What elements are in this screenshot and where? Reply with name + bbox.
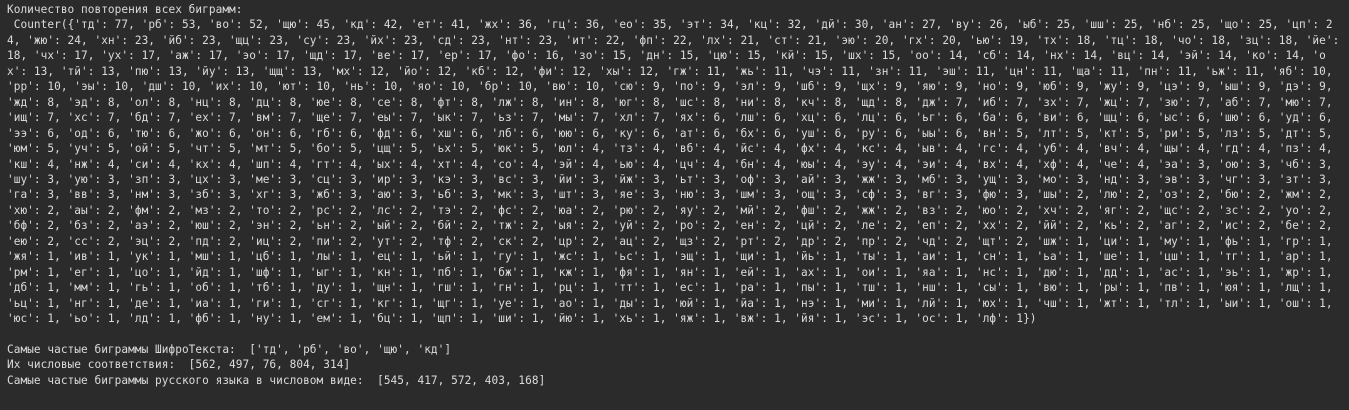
result-line-numeric-matches: Их числовые соответствия: [562, 497, 76,… [7,358,351,372]
output-heading: Количество повторения всех биграмм: [7,3,243,16]
result-line-top-bigrams: Самые частые биграммы ШифроТекста: ['тд'… [7,342,452,356]
result-line-russian-numeric: Самые частые биграммы русского языка в ч… [7,373,546,387]
console-output[interactable]: Количество повторения всех биграмм: Coun… [0,0,1349,410]
counter-output: Counter({'тд': 77, 'рб': 53, 'во': 52, '… [7,18,1347,326]
